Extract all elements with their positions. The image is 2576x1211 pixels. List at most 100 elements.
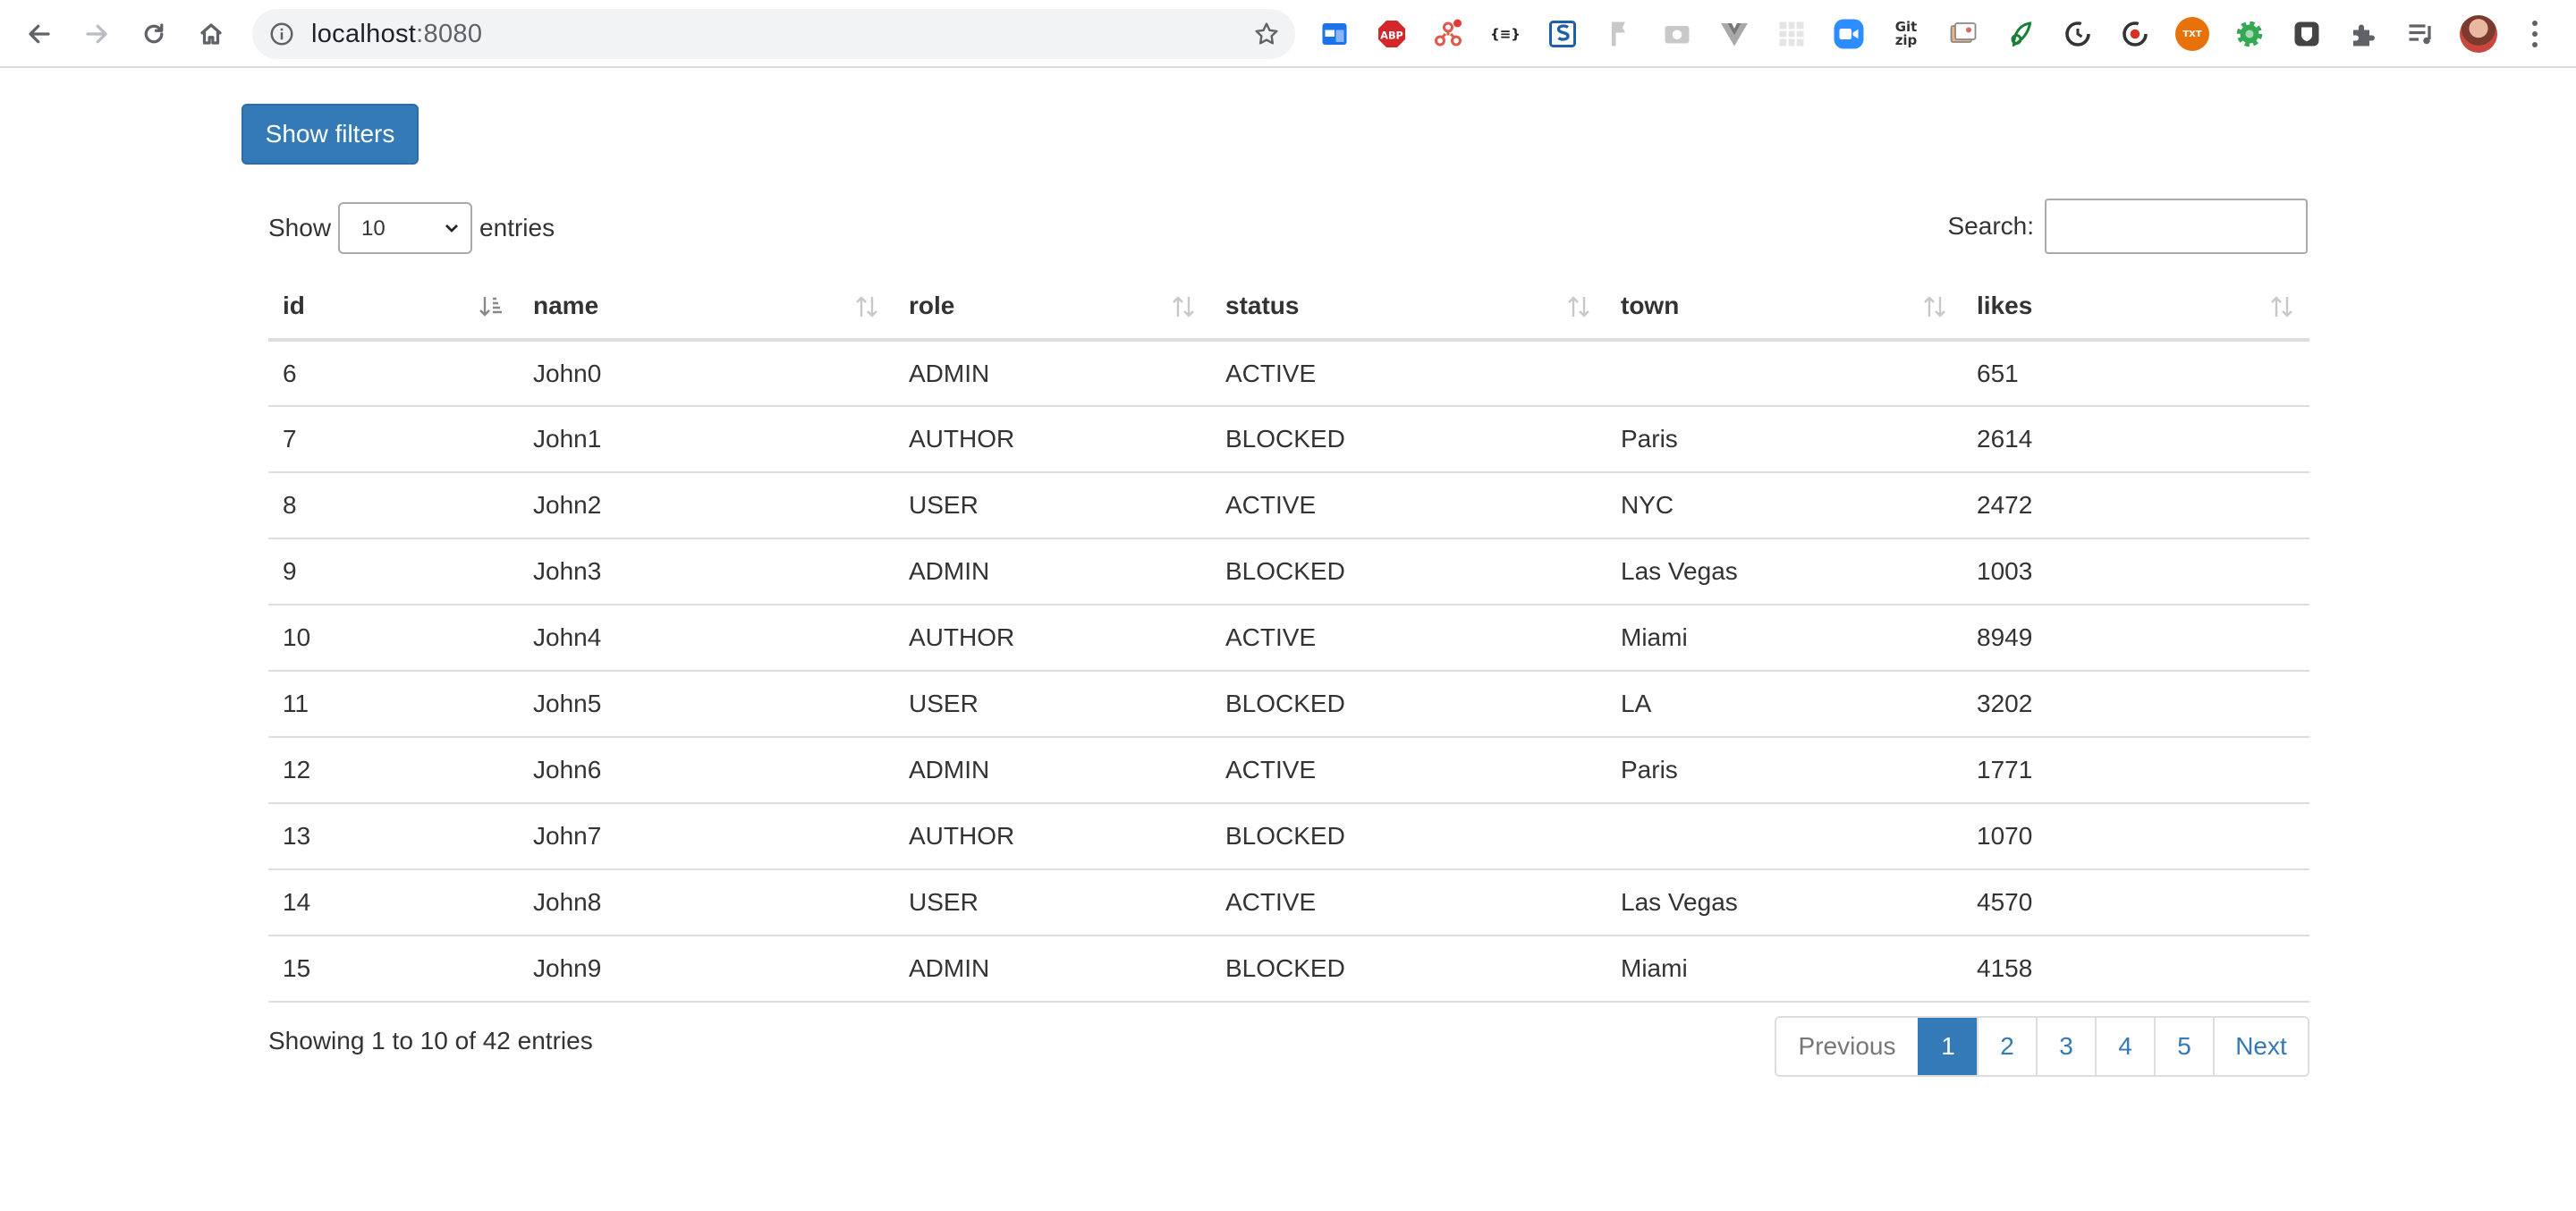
table-row: 7 John1 AUTHOR BLOCKED Paris 2614 — [268, 406, 2309, 473]
cell-town — [1606, 803, 1962, 870]
refresh-extension-icon[interactable] — [2061, 17, 2095, 51]
show-filters-button[interactable]: Show filters — [242, 104, 419, 165]
column-header-label: town — [1621, 292, 1680, 319]
cell-status: BLOCKED — [1211, 803, 1606, 870]
column-header-role[interactable]: role — [894, 274, 1211, 342]
json-formatter-icon[interactable]: {≡} — [1488, 17, 1522, 51]
table-row: 15 John9 ADMIN BLOCKED Miami 4158 — [268, 936, 2309, 1003]
back-button[interactable] — [21, 16, 57, 52]
column-header-label: name — [533, 292, 599, 319]
browser-menu-icon[interactable] — [2524, 18, 2546, 50]
adblock-plus-icon[interactable]: ABP — [1375, 17, 1409, 51]
page-button-3[interactable]: 3 — [2036, 1018, 2095, 1075]
reload-icon — [144, 23, 164, 44]
table-row: 13 John7 AUTHOR BLOCKED 1070 — [268, 803, 2309, 870]
shield-extension-icon[interactable] — [2290, 17, 2324, 51]
column-header-id[interactable]: id — [268, 274, 519, 342]
profile-avatar[interactable] — [2460, 15, 2497, 53]
reading-list-icon[interactable] — [2404, 17, 2438, 51]
cell-town — [1606, 340, 1962, 407]
site-info-icon[interactable] — [268, 21, 295, 47]
screenshot-extension-icon[interactable] — [1946, 17, 1980, 51]
url-text[interactable]: localhost:8080 — [311, 9, 482, 59]
sort-both-icon — [856, 296, 877, 318]
cell-id: 8 — [268, 472, 519, 539]
cell-role: ADMIN — [894, 340, 1211, 407]
sort-both-icon — [1568, 296, 1589, 318]
cell-town: NYC — [1606, 472, 1962, 539]
s-extension-icon[interactable] — [1546, 17, 1580, 51]
table-header-row: id name role status town likes — [268, 274, 2309, 342]
cell-status: ACTIVE — [1211, 472, 1606, 539]
txt-label: TXT — [2182, 29, 2202, 39]
grid-extension-icon[interactable] — [1775, 17, 1809, 51]
entries-per-page-select[interactable]: 10 — [338, 202, 473, 254]
cell-name: John1 — [519, 406, 894, 473]
cell-town: LA — [1606, 671, 1962, 738]
cell-name: John2 — [519, 472, 894, 539]
bookmark-extension-icon[interactable] — [1603, 17, 1637, 51]
column-header-status[interactable]: status — [1211, 274, 1606, 342]
cell-id: 10 — [268, 605, 519, 672]
cell-id: 14 — [268, 869, 519, 936]
next-page-button[interactable]: Next — [2213, 1018, 2308, 1075]
network-extension-icon[interactable] — [1431, 17, 1465, 51]
table-info: Showing 1 to 10 of 42 entries — [268, 1027, 593, 1054]
gear-extension-icon[interactable] — [2233, 17, 2267, 51]
gitzip-extension-icon[interactable]: Git zip — [1889, 17, 1923, 51]
reload-button[interactable] — [136, 16, 172, 52]
cell-name: John0 — [519, 340, 894, 407]
page-button-4[interactable]: 4 — [2095, 1018, 2154, 1075]
column-header-likes[interactable]: likes — [1962, 274, 2309, 342]
back-arrow-icon — [29, 24, 50, 44]
sort-both-icon — [1924, 296, 1945, 318]
vue-devtools-icon[interactable] — [1717, 17, 1751, 51]
camera-extension-icon[interactable] — [1660, 17, 1694, 51]
table-row: 6 John0 ADMIN ACTIVE 651 — [268, 340, 2309, 407]
cell-town: Miami — [1606, 936, 1962, 1003]
cell-town: Paris — [1606, 406, 1962, 473]
calendar-extension-icon[interactable] — [1318, 17, 1352, 51]
bookmark-star-icon[interactable] — [1252, 20, 1281, 48]
cell-town: Paris — [1606, 737, 1962, 804]
puzzle-extensions-icon[interactable] — [2347, 17, 2381, 51]
cell-likes: 2472 — [1962, 472, 2309, 539]
page-button-5[interactable]: 5 — [2154, 1018, 2213, 1075]
txt-extension-icon[interactable]: TXT — [2175, 17, 2209, 51]
cell-role: AUTHOR — [894, 406, 1211, 473]
column-header-name[interactable]: name — [519, 274, 894, 342]
column-header-label: role — [909, 292, 955, 319]
data-table: id name role status town likes 6 John0 ADM… — [268, 274, 2309, 1003]
cell-role: ADMIN — [894, 737, 1211, 804]
cell-id: 6 — [268, 340, 519, 407]
record-extension-icon[interactable] — [2118, 17, 2152, 51]
cell-likes: 4570 — [1962, 869, 2309, 936]
home-button[interactable] — [193, 16, 229, 52]
cell-role: USER — [894, 671, 1211, 738]
table-row: 14 John8 USER ACTIVE Las Vegas 4570 — [268, 869, 2309, 936]
page-button-1[interactable]: 1 — [1918, 1018, 1977, 1075]
table-row: 11 John5 USER BLOCKED LA 3202 — [268, 671, 2309, 738]
cell-role: AUTHOR — [894, 605, 1211, 672]
cell-role: ADMIN — [894, 538, 1211, 606]
cell-role: ADMIN — [894, 936, 1211, 1003]
leaf-extension-icon[interactable] — [2004, 17, 2038, 51]
previous-page-button[interactable]: Previous — [1776, 1018, 1918, 1075]
cell-likes: 1771 — [1962, 737, 2309, 804]
page-button-2[interactable]: 2 — [1977, 1018, 2036, 1075]
zoom-extension-icon[interactable] — [1832, 17, 1866, 51]
abp-label: ABP — [1380, 30, 1403, 41]
search-input[interactable] — [2045, 199, 2308, 254]
forward-button[interactable] — [79, 16, 114, 52]
browser-toolbar: localhost:8080 ABP {≡} Git zip TXT — [0, 0, 2576, 68]
table-row: 12 John6 ADMIN ACTIVE Paris 1771 — [268, 737, 2309, 804]
cell-status: BLOCKED — [1211, 936, 1606, 1003]
table-row: 9 John3 ADMIN BLOCKED Las Vegas 1003 — [268, 538, 2309, 606]
cell-likes: 3202 — [1962, 671, 2309, 738]
cell-name: John8 — [519, 869, 894, 936]
column-header-town[interactable]: town — [1606, 274, 1962, 342]
address-bar[interactable]: localhost:8080 — [252, 9, 1295, 59]
cell-name: John9 — [519, 936, 894, 1003]
pagination: Previous 1 2 3 4 5 Next — [1775, 1016, 2309, 1077]
column-header-label: likes — [1977, 292, 2033, 319]
